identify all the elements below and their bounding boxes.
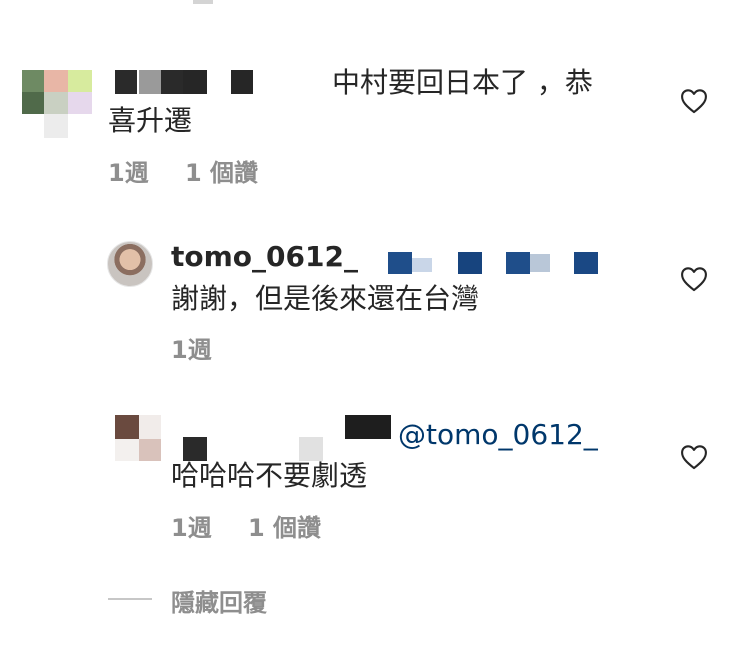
comment-time: 1週 <box>108 159 149 187</box>
avatar[interactable] <box>115 415 161 461</box>
avatar[interactable] <box>22 70 92 138</box>
username-censored[interactable] <box>115 70 255 94</box>
comment-time: 1週 <box>171 336 212 364</box>
comment-text: 哈哈哈不要劇透 <box>171 459 368 492</box>
hide-replies-button[interactable]: 隱藏回覆 <box>108 580 308 617</box>
hide-replies-label: 隱藏回覆 <box>171 589 267 617</box>
reply-username[interactable]: tomo_0612_ <box>171 240 358 273</box>
censored-text <box>388 252 603 276</box>
heart-outline-icon[interactable] <box>680 444 708 470</box>
cropped-text-remnant <box>193 0 213 4</box>
comment-likes-count[interactable]: 1 個讚 <box>185 153 258 188</box>
comment-likes-count[interactable]: 1 個讚 <box>248 508 321 543</box>
heart-outline-icon[interactable] <box>680 266 708 292</box>
comment-text-line-2: 喜升遷 <box>108 104 193 137</box>
comment-time: 1週 <box>171 514 212 542</box>
mention-link[interactable]: @tomo_0612_ <box>398 418 598 451</box>
heart-outline-icon[interactable] <box>680 88 708 114</box>
divider <box>108 598 152 600</box>
username-censored[interactable] <box>183 415 393 461</box>
avatar[interactable] <box>107 241 153 287</box>
comment-text-line-1: 中村要回日本了 ，恭 <box>332 66 593 99</box>
comment-text: 謝謝，但是後來還在台灣 <box>171 282 480 315</box>
